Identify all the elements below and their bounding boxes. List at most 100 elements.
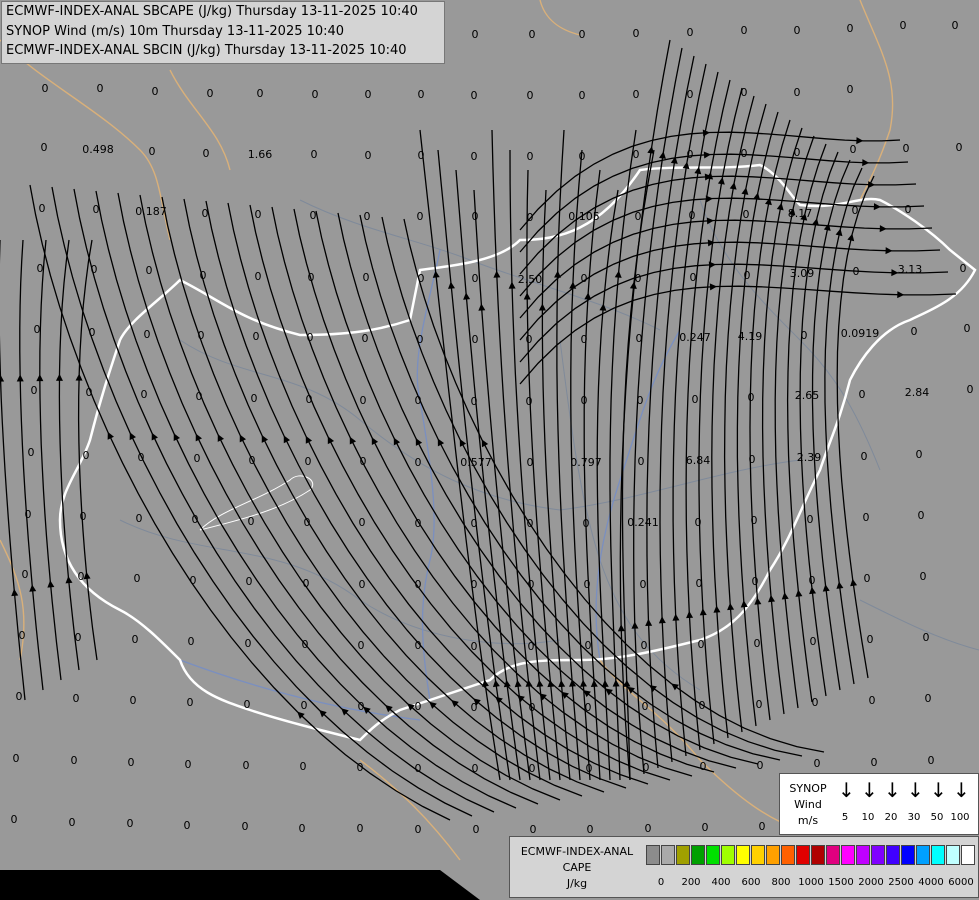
cape-value: 0 <box>859 388 866 401</box>
cape-value: 0 <box>132 633 139 646</box>
cape-value: 0 <box>31 384 38 397</box>
cape-value: 0 <box>587 823 594 836</box>
cape-tick-label: 6000 <box>948 877 974 888</box>
cape-color-swatch <box>751 845 765 865</box>
cape-value: 8.17 <box>788 207 813 220</box>
cape-value: 0 <box>69 816 76 829</box>
cape-value: 0 <box>415 823 422 836</box>
cape-value: 0 <box>242 820 249 833</box>
cape-value: 0 <box>472 28 479 41</box>
cape-value: 0 <box>586 762 593 775</box>
cape-value: 0 <box>687 88 694 101</box>
cape-value: 0 <box>689 209 696 222</box>
cape-value: 0 <box>527 150 534 163</box>
cape-value: 0 <box>956 141 963 154</box>
cape-value: 0 <box>741 24 748 37</box>
cape-tick-label: 0 <box>657 877 665 888</box>
cape-value: 0 <box>633 88 640 101</box>
cape-value: 0 <box>144 328 151 341</box>
cape-value: 0 <box>358 639 365 652</box>
title-sbcin: ECMWF-INDEX-ANAL SBCIN (J/kg) Thursday 1… <box>6 43 407 58</box>
cape-value: 0 <box>418 149 425 162</box>
cape-value: 0 <box>357 822 364 835</box>
cape-value: 0 <box>527 517 534 530</box>
cape-value: 0 <box>418 88 425 101</box>
cape-value: 0 <box>633 27 640 40</box>
cape-value: 0 <box>690 271 697 284</box>
cape-value: 0 <box>911 325 918 338</box>
wind-arrow-icon: ↓ <box>930 778 947 802</box>
cape-value: 0 <box>141 388 148 401</box>
cape-value: 0 <box>41 141 48 154</box>
cape-value: 0 <box>526 333 533 346</box>
cape-value: 0 <box>80 510 87 523</box>
cape-value: 0 <box>362 332 369 345</box>
cape-value: 0 <box>16 690 23 703</box>
cape-value: 0 <box>744 269 751 282</box>
cape-value: 0 <box>794 146 801 159</box>
cape-value: 2.65 <box>795 389 820 402</box>
cape-value: 0 <box>13 752 20 765</box>
cape-value: 0 <box>530 823 537 836</box>
cape-color-swatch <box>691 845 705 865</box>
cape-value: 0 <box>471 395 478 408</box>
cape-value: 0.187 <box>135 205 167 218</box>
synop-speed-5: 5 <box>841 812 849 823</box>
synop-speed-10: 10 <box>861 812 875 823</box>
cape-value: 0 <box>645 822 652 835</box>
cape-value: 0 <box>187 696 194 709</box>
cape-value: 0 <box>194 452 201 465</box>
cape-value: 0 <box>905 203 912 216</box>
cape-value: 0 <box>920 570 927 583</box>
cape-value: 0 <box>415 456 422 469</box>
cape-legend-title: ECMWF-INDEX-ANAL <box>520 845 634 858</box>
cape-value: 0 <box>200 269 207 282</box>
cape-color-swatch <box>841 845 855 865</box>
cape-value: 0 <box>900 19 907 32</box>
cape-value: 0 <box>529 762 536 775</box>
cape-color-swatch <box>676 845 690 865</box>
wind-arrow-icon: ↓ <box>838 778 855 802</box>
cape-value: 0 <box>417 333 424 346</box>
synop-speed-100: 100 <box>950 812 970 823</box>
cape-value: 0 <box>903 142 910 155</box>
cape-value: 0 <box>579 89 586 102</box>
cape-value: 0 <box>358 700 365 713</box>
cape-color-swatch <box>826 845 840 865</box>
cape-value: 0 <box>245 637 252 650</box>
cape-value: 0 <box>243 759 250 772</box>
cape-value: 0 <box>864 572 871 585</box>
cape-value: 0 <box>581 333 588 346</box>
weather-map: 0 0 0 0 0 0 0 0 0 0 0 0 0 0 0 0 0 0 0 0 0 0 0 0 0 0 0 0 0.498 0 0 1.66 0… <box>0 0 979 900</box>
cape-value: 0 <box>807 513 814 526</box>
cape-color-swatch <box>916 845 930 865</box>
cape-value: 0 <box>801 329 808 342</box>
synop-speed-50: 50 <box>930 812 944 823</box>
cape-value: 0 <box>255 270 262 283</box>
wind-arrow-icon: ↓ <box>861 778 878 802</box>
cape-value: 0 <box>415 578 422 591</box>
cape-value: 0 <box>923 631 930 644</box>
cape-value: 0 <box>527 456 534 469</box>
synop-legend-wind: Wind <box>794 798 822 811</box>
cape-color-swatch <box>961 845 975 865</box>
cape-value: 0 <box>579 28 586 41</box>
cape-value: 0 <box>304 516 311 529</box>
cape-value: 0 <box>83 449 90 462</box>
cape-value: 0 <box>687 148 694 161</box>
cape-value: 0 <box>643 761 650 774</box>
cape-tick-label: 4000 <box>918 877 944 888</box>
cape-value: 0 <box>301 699 308 712</box>
cape-value: 0 <box>207 87 214 100</box>
cape-value: 0 <box>300 760 307 773</box>
cape-value: 0 <box>417 210 424 223</box>
cape-value: 0 <box>579 150 586 163</box>
cape-value: 0 <box>360 455 367 468</box>
cape-value: 0 <box>640 578 647 591</box>
cape-value: 0 <box>585 701 592 714</box>
cape-value: 0 <box>310 209 317 222</box>
cape-value: 0 <box>472 210 479 223</box>
cape-value: 0 <box>472 272 479 285</box>
cape-color-swatch <box>796 845 810 865</box>
cape-value: 0 <box>964 322 971 335</box>
